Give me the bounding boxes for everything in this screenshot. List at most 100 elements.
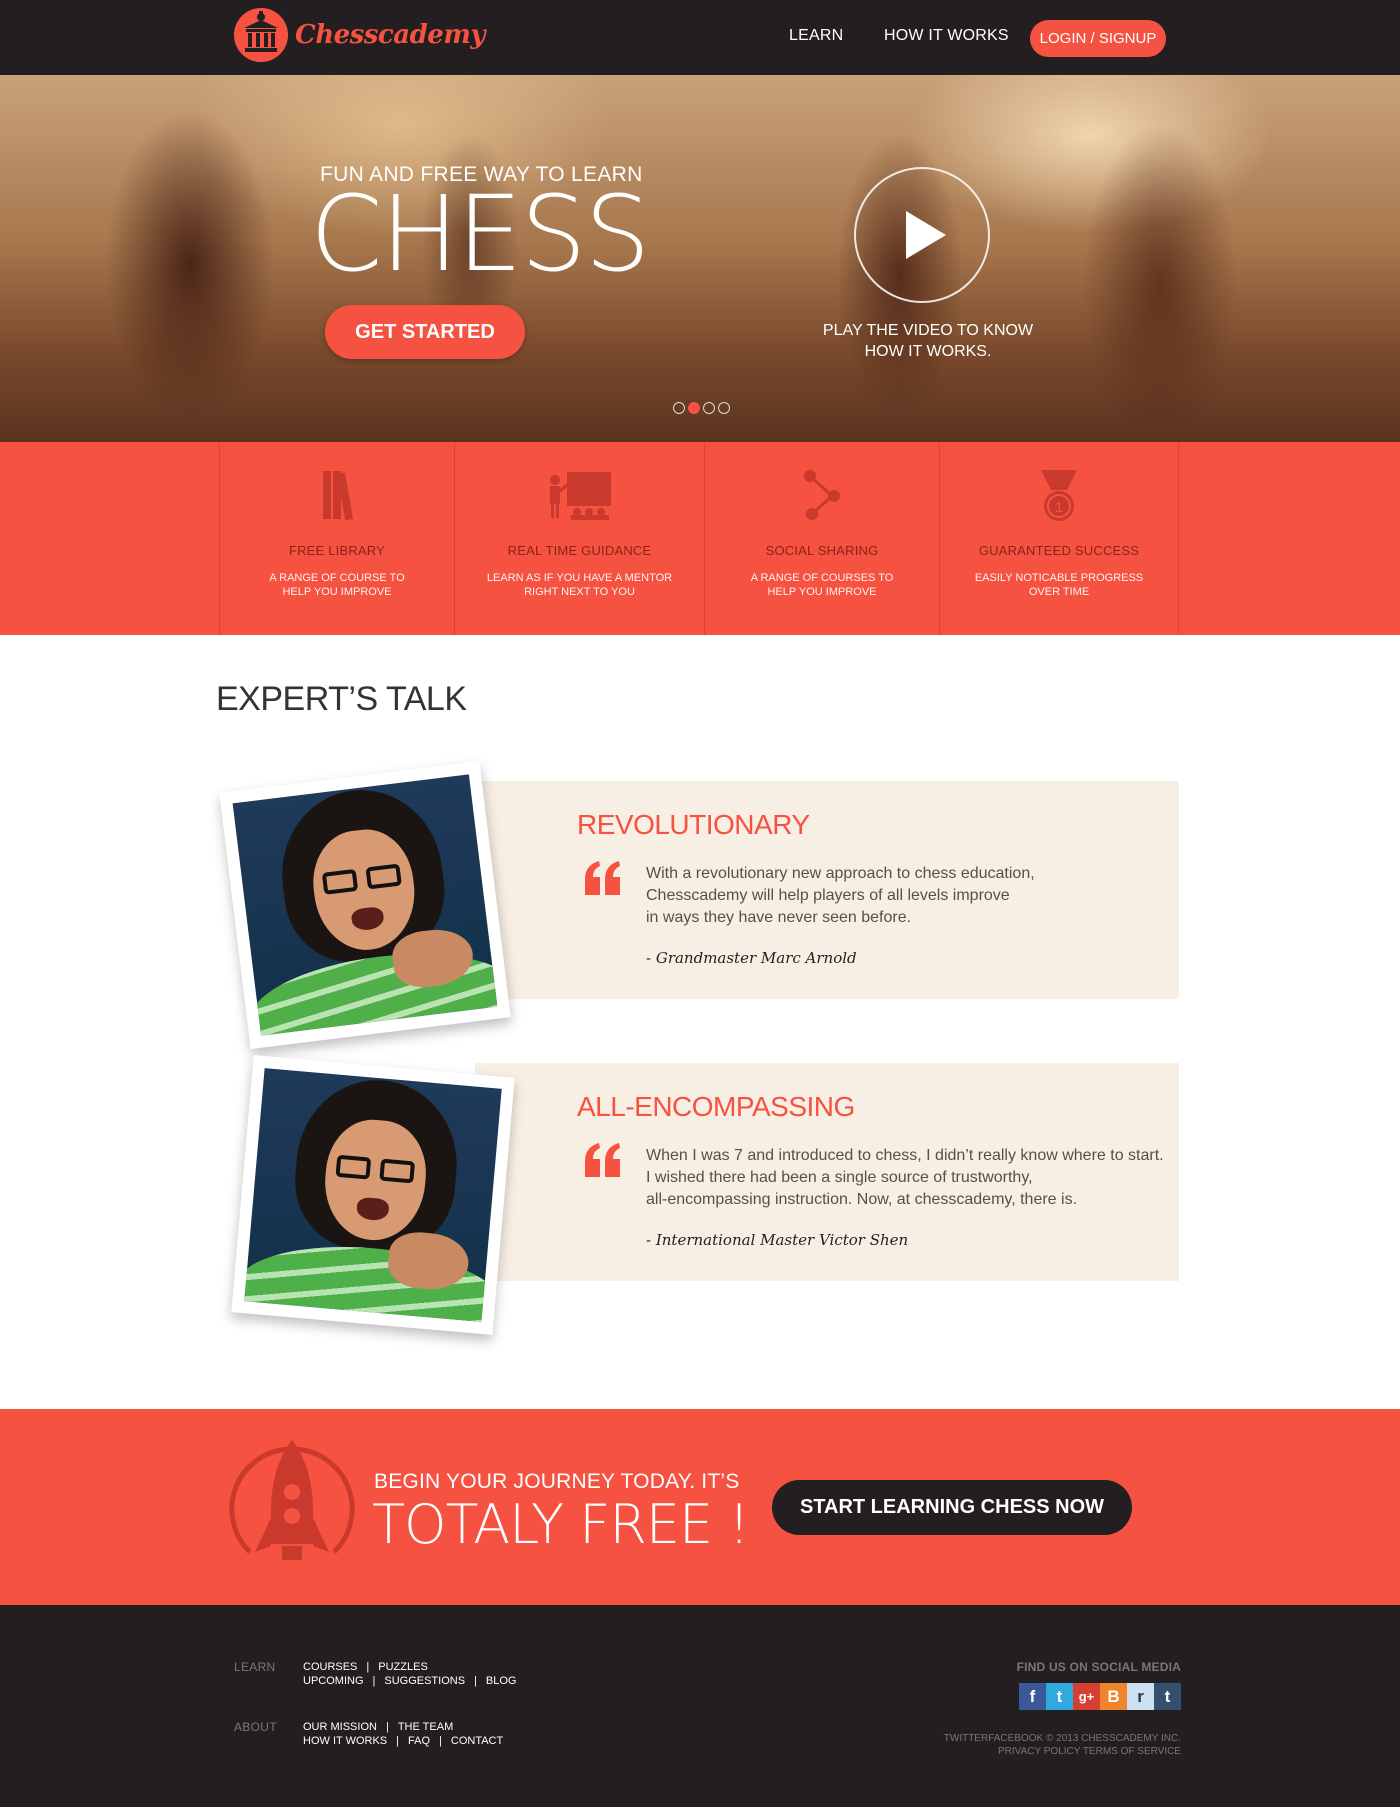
feature-description: A RANGE OF COURSE TO HELP YOU IMPROVE xyxy=(220,571,454,599)
quote-line1: When I was 7 and introduced to chess, I … xyxy=(646,1147,1164,1164)
footer-about-label: ABOUT xyxy=(234,1720,277,1734)
blogger-icon[interactable]: B xyxy=(1100,1683,1127,1710)
teacher-board-icon xyxy=(547,468,613,527)
feature-desc-line1: A RANGE OF COURSE TO xyxy=(269,572,405,584)
testimonial-author: - Grandmaster Marc Arnold xyxy=(646,949,857,967)
nav-learn[interactable]: LEARN xyxy=(789,27,843,45)
feature-guaranteed-success[interactable]: 1 GUARANTEED SUCCESS EASILY NOTICABLE PR… xyxy=(939,442,1179,635)
testimonial-title: REVOLUTIONARY xyxy=(577,809,810,840)
feature-title: FREE LIBRARY xyxy=(288,543,386,558)
separator: | xyxy=(474,1675,477,1687)
facebook-icon[interactable]: f xyxy=(1019,1683,1046,1710)
footer-learn-label: LEARN xyxy=(234,1660,276,1674)
separator: | xyxy=(439,1735,442,1747)
quote-line2: I wished there had been a single source … xyxy=(646,1169,1033,1186)
cta-subtitle: BEGIN YOUR JOURNEY TODAY. IT’S xyxy=(374,1470,740,1493)
copyright-text: TWITTERFACEBOOK © 2013 CHESSCADEMY INC. xyxy=(943,1733,1181,1744)
quote-line1: With a revolutionary new approach to che… xyxy=(646,865,1035,882)
social-media-title: FIND US ON SOCIAL MEDIA xyxy=(1016,1660,1181,1674)
feature-desc-line2: HELP YOU IMPROVE xyxy=(282,586,392,598)
slider-dots xyxy=(673,402,730,414)
testimonial-author: - International Master Victor Shen xyxy=(646,1231,909,1249)
copyright: TWITTERFACEBOOK © 2013 CHESSCADEMY INC. … xyxy=(944,1732,1181,1758)
testimonial-card: REVOLUTIONARY With a revolutionary new a… xyxy=(475,781,1179,999)
google-plus-icon[interactable]: g+ xyxy=(1073,1683,1100,1710)
slider-dot-2-active[interactable] xyxy=(688,402,700,414)
separator: | xyxy=(372,1675,376,1687)
feature-description: A RANGE OF COURSES TO HELP YOU IMPROVE xyxy=(705,571,939,599)
feature-desc-line1: A RANGE OF COURSES TO xyxy=(750,572,894,584)
reddit-icon[interactable]: r xyxy=(1127,1683,1154,1710)
feature-desc-line2: RIGHT NEXT TO YOU xyxy=(524,586,635,598)
footer-link-puzzles[interactable]: PUZZLES xyxy=(378,1661,428,1673)
footer-learn-links-row1: COURSES | PUZZLES xyxy=(303,1661,428,1673)
expert-photo xyxy=(219,760,511,1050)
hero-banner: FUN AND FREE WAY TO LEARN CHESS GET STAR… xyxy=(0,75,1400,442)
footer-link-our-mission[interactable]: OUR MISSION xyxy=(303,1721,377,1733)
video-caption-line2: HOW IT WORKS. xyxy=(864,343,992,360)
footer-link-the-team[interactable]: THE TEAM xyxy=(398,1721,453,1733)
quote-icon xyxy=(583,1143,623,1182)
separator: | xyxy=(366,1661,370,1673)
feature-title: GUARANTEED SUCCESS xyxy=(978,543,1140,558)
feature-desc-line2: HELP YOU IMPROVE xyxy=(767,586,877,598)
feature-title: SOCIAL SHARING xyxy=(765,543,879,558)
separator: | xyxy=(385,1721,389,1733)
quote-line2: Chesscademy will help players of all lev… xyxy=(646,887,1010,904)
rocket-icon xyxy=(225,1434,359,1585)
feature-real-time-guidance[interactable]: REAL TIME GUIDANCE LEARN AS IF YOU HAVE … xyxy=(454,442,704,635)
quote-line3: all-encompassing instruction. Now, at ch… xyxy=(646,1191,1078,1208)
experts-section-title: EXPERT’S TALK xyxy=(216,680,467,718)
play-video-button[interactable] xyxy=(854,167,990,303)
legal-links: PRIVACY POLICY TERMS OF SERVICE xyxy=(944,1745,1181,1758)
slider-dot-1[interactable] xyxy=(673,402,685,414)
expert-photo xyxy=(231,1055,515,1335)
privacy-policy-link[interactable]: PRIVACY POLICY xyxy=(998,1746,1080,1757)
svg-text:1: 1 xyxy=(1055,499,1063,516)
quote-icon xyxy=(583,861,623,900)
footer-link-suggestions[interactable]: SUGGESTIONS xyxy=(384,1675,465,1687)
play-icon xyxy=(906,211,946,259)
books-icon xyxy=(319,468,355,527)
footer-learn-links-row2: UPCOMING | SUGGESTIONS | BLOG xyxy=(303,1675,516,1687)
feature-desc-line2: OVER TIME xyxy=(1028,586,1090,598)
cta-band: BEGIN YOUR JOURNEY TODAY. IT’S TOTALY FR… xyxy=(0,1409,1400,1605)
share-icon xyxy=(800,468,844,527)
feature-desc-line1: LEARN AS IF YOU HAVE A MENTOR xyxy=(486,572,673,584)
footer-link-contact[interactable]: CONTACT xyxy=(451,1735,503,1747)
slider-dot-3[interactable] xyxy=(703,402,715,414)
footer-link-faq[interactable]: FAQ xyxy=(408,1735,430,1747)
footer-about-links-row1: OUR MISSION | THE TEAM xyxy=(303,1721,453,1733)
social-icons: f t g+ B r t xyxy=(1019,1683,1181,1710)
video-caption-line1: PLAY THE VIDEO TO KNOW xyxy=(822,322,1034,339)
tumblr-icon[interactable]: t xyxy=(1154,1683,1181,1710)
logo[interactable]: Chesscademy xyxy=(234,8,485,62)
feature-free-library[interactable]: FREE LIBRARY A RANGE OF COURSE TO HELP Y… xyxy=(219,442,454,635)
terms-of-service-link[interactable]: TERMS OF SERVICE xyxy=(1083,1746,1181,1757)
get-started-button[interactable]: GET STARTED xyxy=(325,305,525,359)
separator: | xyxy=(396,1735,399,1747)
nav-how-it-works[interactable]: HOW IT WORKS xyxy=(884,27,1009,45)
feature-description: EASILY NOTICABLE PROGRESS OVER TIME xyxy=(940,571,1178,599)
site-footer: LEARN COURSES | PUZZLES UPCOMING | SUGGE… xyxy=(0,1605,1400,1807)
medal-icon: 1 xyxy=(1037,468,1081,529)
quote-line3: in ways they have never seen before. xyxy=(646,909,912,926)
video-caption: PLAY THE VIDEO TO KNOW HOW IT WORKS. xyxy=(808,320,1048,362)
twitter-icon[interactable]: t xyxy=(1046,1683,1073,1710)
footer-link-blog[interactable]: BLOG xyxy=(486,1675,517,1687)
footer-link-how-it-works[interactable]: HOW IT WORKS xyxy=(303,1735,387,1747)
footer-link-upcoming[interactable]: UPCOMING xyxy=(303,1675,364,1687)
start-learning-button[interactable]: START LEARNING CHESS NOW xyxy=(772,1480,1132,1535)
testimonial-quote: With a revolutionary new approach to che… xyxy=(646,863,1166,929)
feature-desc-line1: EASILY NOTICABLE PROGRESS xyxy=(974,572,1144,584)
login-signup-button[interactable]: LOGIN / SIGNUP xyxy=(1030,20,1166,57)
feature-social-sharing[interactable]: SOCIAL SHARING A RANGE OF COURSES TO HEL… xyxy=(704,442,939,635)
slider-dot-4[interactable] xyxy=(718,402,730,414)
testimonial-quote: When I was 7 and introduced to chess, I … xyxy=(646,1145,1166,1211)
brand-name: Chesscademy xyxy=(295,20,485,50)
cta-headline: TOTALY FREE ! xyxy=(372,1493,750,1556)
feature-description: LEARN AS IF YOU HAVE A MENTOR RIGHT NEXT… xyxy=(455,571,704,599)
site-header: Chesscademy LEARN HOW IT WORKS LOGIN / S… xyxy=(0,0,1400,75)
footer-link-courses[interactable]: COURSES xyxy=(303,1661,357,1673)
testimonial-card: ALL-ENCOMPASSING When I was 7 and introd… xyxy=(475,1063,1179,1281)
